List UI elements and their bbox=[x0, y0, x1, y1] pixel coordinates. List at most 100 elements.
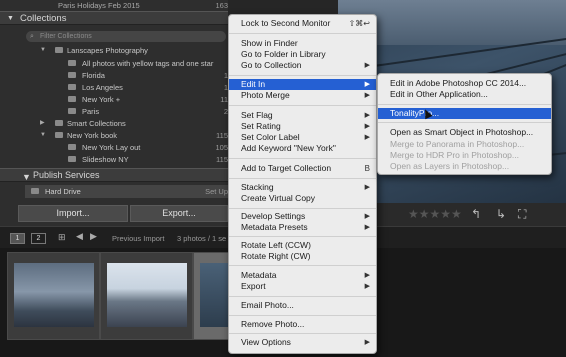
page-2-button[interactable]: 2 bbox=[31, 233, 46, 244]
collection-row[interactable]: Florida 1 bbox=[68, 70, 228, 81]
menu-separator bbox=[229, 236, 376, 237]
menu-item-view-options[interactable]: View Options ▶ bbox=[229, 337, 376, 348]
submenu-item-edit-photoshop[interactable]: Edit in Adobe Photoshop CC 2014... bbox=[378, 78, 551, 89]
search-icon: ⌕ bbox=[30, 33, 34, 40]
slideshow-icon bbox=[68, 156, 76, 162]
menu-item-show-in-finder[interactable]: Show in Finder bbox=[229, 38, 376, 49]
submenu-item-edit-other-app[interactable]: Edit in Other Application... bbox=[378, 89, 551, 100]
menu-item-rotate-right[interactable]: Rotate Right (CW) bbox=[229, 251, 376, 262]
expand-triangle-icon: ▼ bbox=[40, 47, 46, 53]
submenu-arrow-icon: ▶ bbox=[364, 339, 370, 346]
grid-icon[interactable]: ⊞ bbox=[58, 232, 66, 243]
collection-label: New York book bbox=[67, 131, 118, 140]
menu-item-label: Photo Merge bbox=[241, 90, 290, 100]
menu-item-lock-second-monitor[interactable]: Lock to Second Monitor ⇧⌘↩ bbox=[229, 18, 376, 29]
menu-item-go-to-collection[interactable]: Go to Collection ▶ bbox=[229, 60, 376, 71]
collection-label: New York + bbox=[82, 95, 121, 104]
menu-item-set-rating[interactable]: Set Rating ▶ bbox=[229, 121, 376, 132]
menu-item-metadata-presets[interactable]: Metadata Presets ▶ bbox=[229, 222, 376, 233]
set-up-link[interactable]: Set Up bbox=[205, 185, 228, 198]
collection-row[interactable]: Slideshow NY 115 bbox=[68, 154, 228, 165]
print-icon bbox=[68, 144, 76, 150]
menu-item-remove-photo[interactable]: Remove Photo... bbox=[229, 319, 376, 330]
source-label[interactable]: Previous Import bbox=[112, 234, 165, 243]
menu-item-edit-in[interactable]: Edit In ▶ bbox=[229, 79, 376, 90]
menu-item-label: Set Rating bbox=[241, 121, 281, 131]
page-1-button[interactable]: 1 bbox=[10, 233, 25, 244]
collections-panel-header[interactable]: ▼ Collections bbox=[0, 11, 228, 25]
collection-row[interactable]: Paris 2 bbox=[68, 106, 228, 117]
collection-row[interactable]: All photos with yellow tags and one star bbox=[68, 58, 228, 69]
crop-icon[interactable]: ⛶ bbox=[518, 207, 526, 222]
collection-icon bbox=[68, 72, 76, 78]
import-export-bar: Import... Export... bbox=[18, 205, 228, 222]
menu-separator bbox=[229, 75, 376, 76]
collection-set-icon bbox=[55, 47, 63, 53]
menu-item-set-flag[interactable]: Set Flag ▶ bbox=[229, 110, 376, 121]
submenu-arrow-icon: ▶ bbox=[364, 81, 370, 88]
collection-count: 11 bbox=[220, 95, 228, 104]
collection-row[interactable]: New York Lay out 105 bbox=[68, 142, 228, 153]
thumbnail-image bbox=[14, 263, 94, 327]
filter-collections-input[interactable]: ⌕ Filter Collections bbox=[26, 31, 226, 42]
menu-item-label: Develop Settings bbox=[241, 211, 306, 221]
menu-item-go-to-folder[interactable]: Go to Folder in Library bbox=[229, 49, 376, 60]
collection-set-landscapes[interactable]: ▼ Lanscapes Photography bbox=[40, 45, 228, 56]
collapse-triangle-icon: ▼ bbox=[7, 15, 14, 22]
submenu-arrow-icon: ▶ bbox=[364, 112, 370, 119]
collection-set-smart[interactable]: ▶ Smart Collections bbox=[40, 118, 228, 129]
submenu-arrow-icon: ▶ bbox=[364, 62, 370, 69]
collections-header-label: Collections bbox=[20, 13, 67, 24]
submenu-item-label: Open as Smart Object in Photoshop... bbox=[390, 127, 534, 137]
menu-item-label: Create Virtual Copy bbox=[241, 193, 316, 203]
submenu-item-tonality-pro[interactable]: TonalityPro... bbox=[378, 107, 551, 120]
menu-item-set-color-label[interactable]: Set Color Label ▶ bbox=[229, 132, 376, 143]
collection-set-new-york-book[interactable]: ▼ New York book 115 bbox=[40, 130, 228, 141]
collection-icon bbox=[68, 108, 76, 114]
book-icon bbox=[55, 132, 63, 138]
thumbnail-image bbox=[107, 263, 187, 327]
menu-item-photo-merge[interactable]: Photo Merge ▶ bbox=[229, 90, 376, 101]
menu-item-develop-settings[interactable]: Develop Settings ▶ bbox=[229, 211, 376, 222]
menu-item-rotate-left[interactable]: Rotate Left (CCW) bbox=[229, 240, 376, 251]
menu-item-create-virtual-copy[interactable]: Create Virtual Copy bbox=[229, 193, 376, 204]
submenu-item-smart-object[interactable]: Open as Smart Object in Photoshop... bbox=[378, 127, 551, 138]
menu-item-add-keyword[interactable]: Add Keyword "New York" bbox=[229, 143, 376, 154]
menu-separator bbox=[229, 296, 376, 297]
expand-triangle-icon: ▶ bbox=[40, 120, 45, 126]
menu-item-email-photo[interactable]: Email Photo... bbox=[229, 300, 376, 311]
menu-item-label: Show in Finder bbox=[241, 38, 298, 48]
hard-drive-service[interactable]: Hard Drive Set Up bbox=[25, 185, 228, 198]
menu-item-label: View Options bbox=[241, 337, 291, 347]
submenu-item-merge-panorama: Merge to Panorama in Photoshop... bbox=[378, 139, 551, 150]
menu-item-stacking[interactable]: Stacking ▶ bbox=[229, 182, 376, 193]
submenu-item-open-layers: Open as Layers in Photoshop... bbox=[378, 161, 551, 172]
menu-item-add-to-target[interactable]: Add to Target Collection B bbox=[229, 163, 376, 174]
collection-row-paris-holidays[interactable]: Paris Holidays Feb 2015 163 bbox=[58, 0, 228, 11]
import-button[interactable]: Import... bbox=[18, 205, 128, 222]
menu-item-export[interactable]: Export ▶ bbox=[229, 281, 376, 292]
menu-item-label: Go to Collection bbox=[241, 60, 302, 70]
filmstrip-thumbnail[interactable] bbox=[7, 252, 100, 340]
publish-services-header[interactable]: ▼ Publish Services bbox=[0, 168, 228, 182]
collection-label: Los Angeles bbox=[82, 83, 123, 92]
menu-separator bbox=[229, 33, 376, 34]
menu-item-label: Lock to Second Monitor bbox=[241, 18, 331, 28]
rotate-right-icon[interactable]: ↳ bbox=[496, 207, 506, 221]
menu-item-label: Stacking bbox=[241, 182, 274, 192]
export-button[interactable]: Export... bbox=[130, 205, 228, 222]
submenu-item-label: TonalityPro... bbox=[390, 108, 440, 118]
menu-separator bbox=[229, 208, 376, 209]
collection-label: All photos with yellow tags and one star bbox=[82, 59, 214, 68]
filmstrip-thumbnail[interactable] bbox=[100, 252, 193, 340]
arrow-right-icon[interactable]: ▶ bbox=[90, 231, 97, 242]
menu-item-label: Rotate Left (CCW) bbox=[241, 240, 311, 250]
menu-item-label: Add to Target Collection bbox=[241, 163, 332, 173]
menu-item-label: Set Flag bbox=[241, 110, 273, 120]
collection-row[interactable]: Los Angeles 1 bbox=[68, 82, 228, 93]
collection-row[interactable]: New York + 11 bbox=[68, 94, 228, 105]
rotate-left-icon[interactable]: ↰ bbox=[471, 207, 481, 221]
arrow-left-icon[interactable]: ◀ bbox=[76, 231, 83, 242]
rating-stars[interactable]: ★★★★★ bbox=[408, 207, 462, 221]
menu-item-metadata[interactable]: Metadata ▶ bbox=[229, 270, 376, 281]
